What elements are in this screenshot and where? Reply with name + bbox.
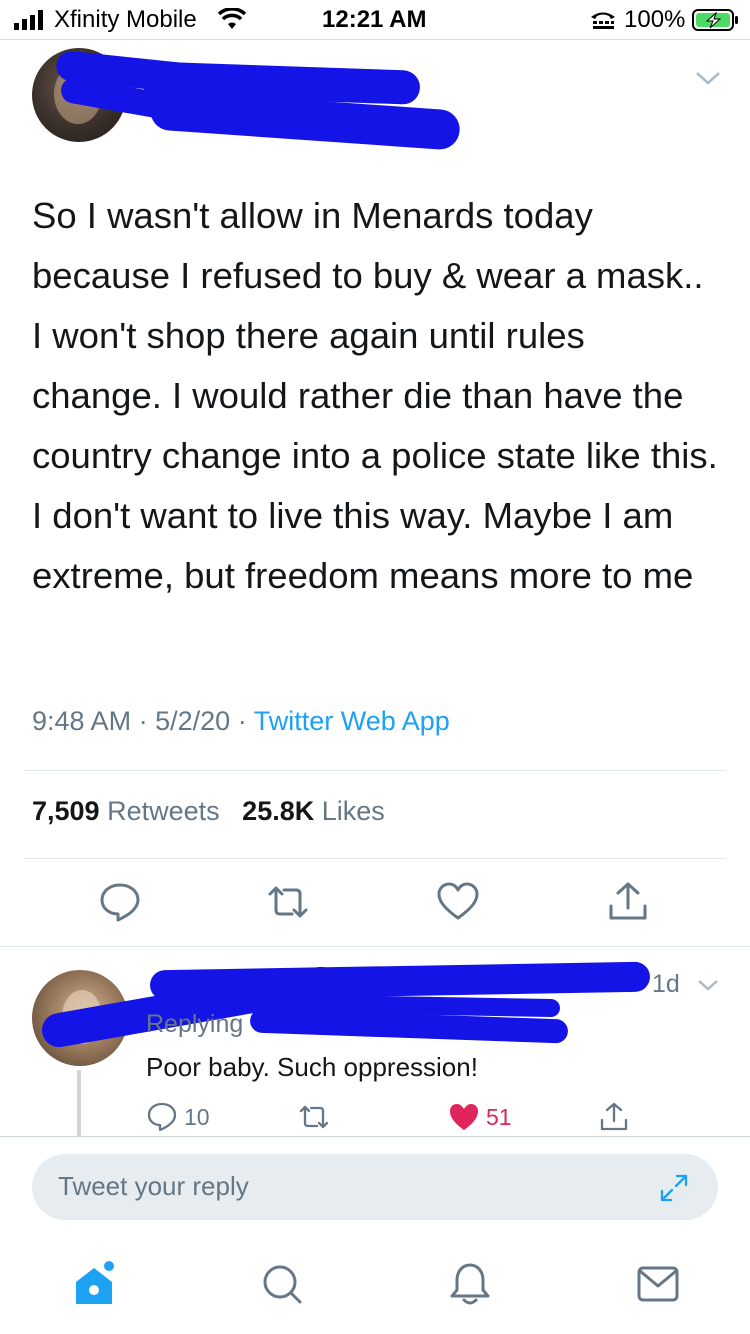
battery-percentage: 100% [624,6,686,33]
likes-count: 25.8K [242,796,315,826]
chevron-down-icon[interactable] [694,68,722,88]
retweet-icon [299,1105,329,1129]
divider [0,946,750,947]
tweet-date: 5/2/20 [155,706,231,736]
meta-separator: · [237,706,247,736]
like-icon[interactable] [436,880,480,924]
reply-compose-input[interactable]: Tweet your reply [32,1154,718,1220]
thread-line [77,1070,81,1136]
likes-label: Likes [321,796,385,826]
reply-placeholder: Tweet your reply [58,1171,249,1201]
tweet-stats: 7,509 Retweets 25.8K Likes [32,796,385,827]
divider [24,770,726,771]
wifi-icon [218,8,246,29]
reply-like-count: 51 [486,1103,512,1130]
reply-like-button[interactable]: 51 [448,1100,512,1134]
carrier-name: Xfinity Mobile [54,6,197,33]
retweets-label: Retweets [107,796,220,826]
home-icon[interactable] [72,1260,116,1308]
reply-retweet-button[interactable] [298,1100,330,1134]
heart-filled-icon [450,1104,478,1130]
tweet-source-link[interactable]: Twitter Web App [254,706,450,736]
reply-reply-count: 10 [184,1103,210,1130]
reply-text: Poor baby. Such oppression! [146,1052,478,1082]
expand-icon[interactable] [658,1172,690,1204]
divider [24,858,726,859]
reply-icon[interactable] [98,880,142,924]
tweet-time: 9:48 AM [32,706,132,736]
tty-icon [591,12,615,29]
battery-charging-icon [692,9,738,31]
chevron-down-icon[interactable] [696,976,720,994]
search-icon[interactable] [260,1260,304,1308]
messages-icon[interactable] [636,1260,680,1308]
tweet-text: So I wasn't allow in Menards today becau… [32,195,718,596]
retweets-count: 7,509 [32,796,100,826]
status-bar: Xfinity Mobile 12:21 AM 100% [0,0,750,40]
meta-separator: · [138,706,148,736]
reply-reply-button[interactable]: 10 [146,1100,210,1134]
signal-bars-icon [14,10,43,30]
retweet-icon[interactable] [266,880,310,924]
divider [0,1136,750,1137]
reply-icon [147,1102,177,1132]
likes-stat[interactable]: 25.8K Likes [242,796,385,826]
clock: 12:21 AM [322,6,427,33]
replying-to: Replying [146,1010,244,1038]
share-icon[interactable] [606,880,650,924]
reply-timestamp: 1d [652,970,680,998]
notifications-icon[interactable] [448,1260,492,1308]
reply-share-button[interactable] [598,1100,630,1134]
retweets-stat[interactable]: 7,509 Retweets [32,796,220,826]
share-icon [600,1102,628,1131]
tweet-meta: 9:48 AM · 5/2/20 · Twitter Web App [32,706,450,737]
